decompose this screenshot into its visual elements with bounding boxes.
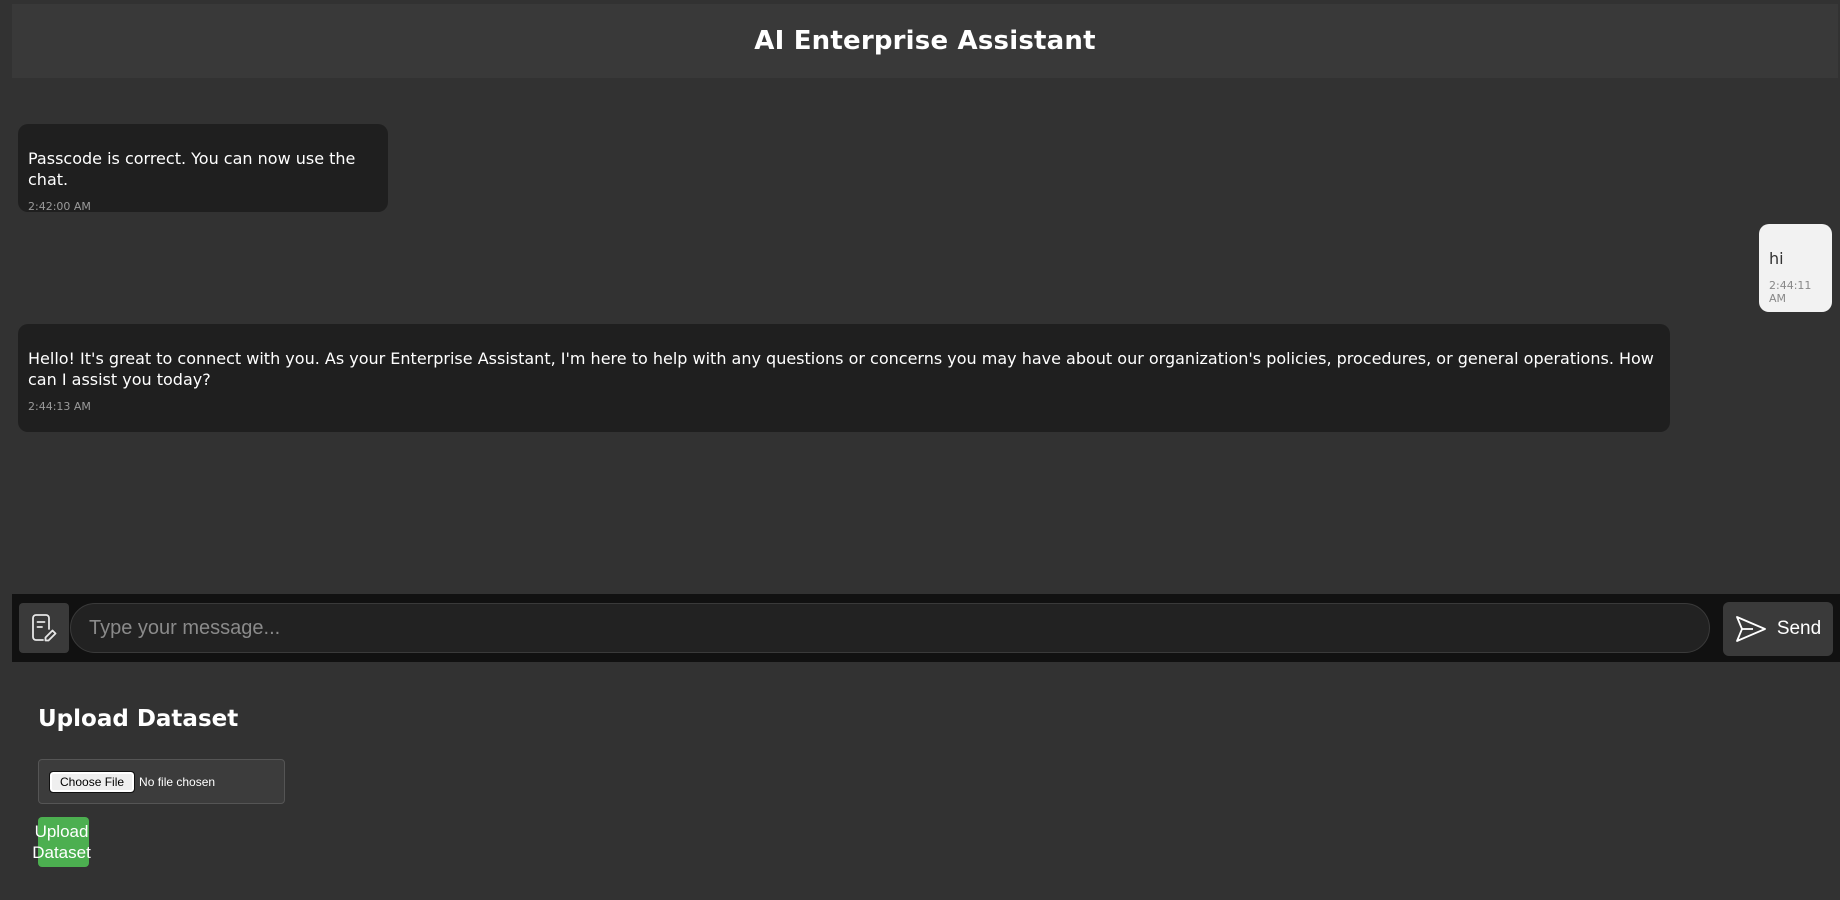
app-header: AI Enterprise Assistant — [12, 4, 1838, 78]
message-timestamp: 2:44:13 AM — [28, 400, 91, 413]
bot-message: Hello! It's great to connect with you. A… — [18, 324, 1670, 432]
choose-file-button[interactable]: Choose File — [48, 770, 136, 793]
file-input[interactable]: Choose File No file chosen — [38, 759, 285, 804]
document-edit-icon — [32, 614, 57, 642]
message-text: hi — [1769, 249, 1784, 268]
send-button[interactable]: Send — [1723, 602, 1833, 656]
upload-dataset-button[interactable]: Upload Dataset — [32, 817, 91, 867]
message-timestamp: 2:42:00 AM — [28, 200, 91, 213]
message-input[interactable] — [70, 603, 1710, 653]
file-status-text: No file chosen — [139, 774, 216, 789]
message-text: Passcode is correct. You can now use the… — [28, 149, 356, 189]
page-title: AI Enterprise Assistant — [754, 26, 1096, 56]
message-timestamp: 2:44:11 AM — [1769, 279, 1812, 305]
chat-area: Passcode is correct. You can now use the… — [12, 78, 1838, 593]
app-window: AI Enterprise Assistant Passcode is corr… — [0, 0, 1840, 900]
upload-title: Upload Dataset — [38, 706, 239, 732]
attach-button[interactable] — [19, 603, 69, 653]
send-label: Send — [1776, 618, 1822, 639]
message-text: Hello! It's great to connect with you. A… — [28, 349, 1654, 389]
paper-plane-icon — [1735, 616, 1766, 642]
message-composer: Send — [12, 594, 1840, 662]
upload-section: Upload Dataset Choose File No file chose… — [12, 664, 1840, 900]
upload-button-label: Upload Dataset — [32, 822, 91, 862]
user-message: hi 2:44:11 AM — [1759, 224, 1832, 312]
bot-message: Passcode is correct. You can now use the… — [18, 124, 388, 213]
